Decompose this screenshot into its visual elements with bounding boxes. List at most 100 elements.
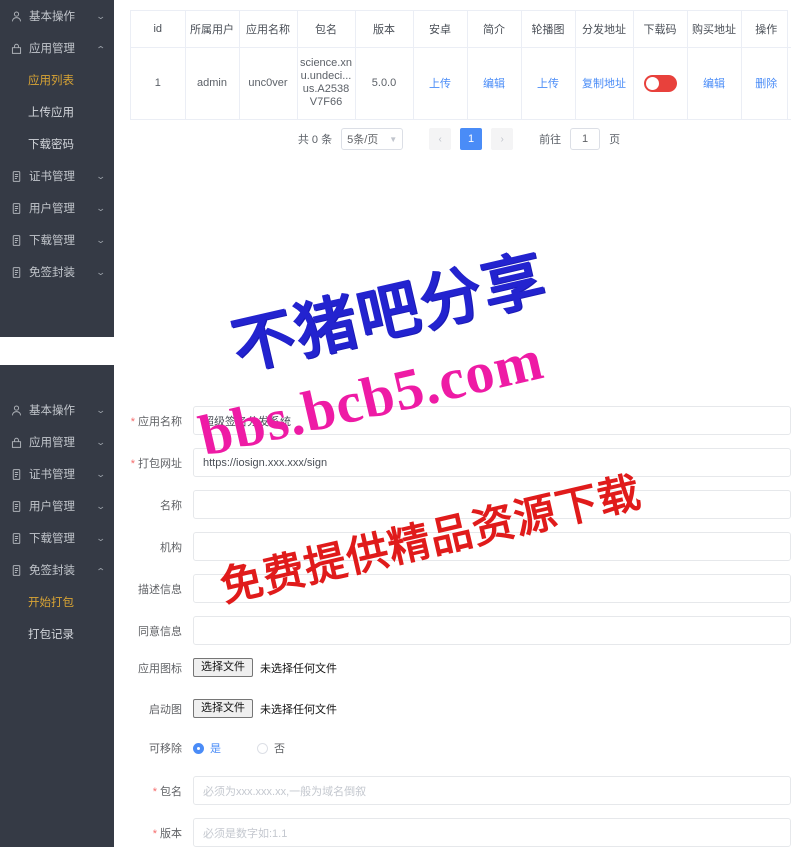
sidebar-top: 基本操作 ⌄ 应用管理 ⌄ 应用列表 上传应用 下载密码 证书管理 ⌄ 用户管理… [0,0,114,337]
column-header-android: 安卓 [413,11,468,48]
document-icon [10,500,23,513]
jump-unit: 页 [609,134,621,146]
sidebar-item-download-management[interactable]: 下载管理 ⌄ [0,224,114,256]
cell-user: admin [185,47,240,120]
label-app-icon: 应用图标 [138,662,182,675]
cell-id: 1 [131,47,186,120]
sidebar-item-label: 证书管理 [29,171,75,183]
choose-file-button[interactable]: 选择文件 [193,658,253,677]
form-row-agreement: 同意信息 [115,616,800,645]
chevron-down-icon: ⌄ [96,10,107,21]
chevron-down-icon: ⌄ [96,202,107,213]
description-input[interactable] [193,574,791,603]
sidebar-item-label: 应用管理 [29,437,75,449]
label-package-url: 打包网址 [115,455,193,471]
chevron-down-icon: ⌄ [96,500,107,511]
next-page-button[interactable]: › [491,128,514,150]
column-header-package: 包名 [297,11,356,48]
sidebar-item-signfree-packaging[interactable]: 免签封装 ⌄ [0,256,114,288]
form-row-app-icon: 应用图标 选择文件 未选择任何文件 [115,658,800,677]
agreement-input[interactable] [193,616,791,645]
sidebar-item-label: 下载管理 [29,533,75,545]
choose-file-button[interactable]: 选择文件 [193,699,253,718]
sidebar-item-user-management[interactable]: 用户管理 ⌄ [0,490,114,522]
column-header-carousel: 轮播图 [521,11,576,48]
column-header-actions: 操作 [741,11,791,48]
document-icon [10,266,23,279]
sidebar-item-certificate-management[interactable]: 证书管理 ⌄ [0,458,114,490]
sidebar-subitem-label: 应用列表 [28,75,74,87]
edit-buy-url-link[interactable]: 编辑 [703,78,725,90]
sidebar-subitem-label: 下载密码 [28,139,74,151]
label-organization: 机构 [160,541,182,554]
sidebar-item-label: 用户管理 [29,501,75,513]
sidebar-subitem-app-list[interactable]: 应用列表 [0,64,114,96]
sidebar-item-user-management[interactable]: 用户管理 ⌄ [0,192,114,224]
removable-radio-group: 是 否 [193,740,285,756]
sidebar-item-app-management[interactable]: 应用管理 ⌄ [0,32,114,64]
page-number-1[interactable]: 1 [460,128,483,150]
cell-android: 上传 [413,47,468,120]
package-url-input[interactable]: https://iosign.xxx.xxx/sign [193,448,791,477]
sidebar-subitem-label: 打包记录 [28,629,74,641]
cell-version: 5.0.0 [355,47,414,120]
form-row-splash-image: 启动图 选择文件 未选择任何文件 [115,699,800,718]
app-list-table: id 所属用户 应用名称 包名 版本 安卓 简介 轮播图 分发地址 下载码 购买… [130,10,791,120]
form-row-package-url: 打包网址 https://iosign.xxx.xxx/sign [115,448,800,477]
label-version: 版本 [115,825,193,841]
sidebar-subitem-download-password[interactable]: 下载密码 [0,128,114,160]
pagination-total: 共 0 条 [297,134,333,146]
sidebar-item-certificate-management[interactable]: 证书管理 ⌄ [0,160,114,192]
label-splash-image: 启动图 [149,703,182,716]
upload-carousel-link[interactable]: 上传 [537,78,559,90]
delete-link[interactable]: 删除 [755,78,777,90]
sidebar-item-label: 免签封装 [29,565,75,577]
page-size-select[interactable]: 5条/页 ▼ [341,128,404,150]
label-bundle-id: 包名 [115,783,193,799]
pagination: 共 0 条 5条/页 ▼ ‹ 1 › 前往 1 页 [130,128,788,150]
upload-android-link[interactable]: 上传 [429,78,451,90]
name-input[interactable] [193,490,791,519]
bundle-id-input[interactable]: 必须为xxx.xxx.xx,一般为域名倒叙 [193,776,791,805]
sidebar-item-download-management[interactable]: 下载管理 ⌄ [0,522,114,554]
sidebar-bottom: 基本操作 ⌄ 应用管理 ⌄ 证书管理 ⌄ 用户管理 ⌄ 下载管理 ⌄ 免签封装 … [0,365,114,847]
edit-intro-link[interactable]: 编辑 [483,78,505,90]
chevron-down-icon: ⌄ [96,532,107,543]
column-header-user: 所属用户 [185,11,240,48]
sidebar-item-basic-ops[interactable]: 基本操作 ⌄ [0,394,114,426]
file-status-text: 未选择任何文件 [260,662,337,675]
form-row-app-name: 应用名称 超级签名分发系统 [115,406,800,435]
label-description: 描述信息 [138,583,182,596]
sidebar-subitem-label: 上传应用 [28,107,74,119]
panel-app-list: 基本操作 ⌄ 应用管理 ⌄ 应用列表 上传应用 下载密码 证书管理 ⌄ 用户管理… [0,0,800,337]
prev-page-button[interactable]: ‹ [429,128,452,150]
chevron-up-icon: ⌄ [96,565,107,576]
download-code-toggle[interactable] [643,74,677,92]
version-input[interactable]: 必须是数字如:1.1 [193,818,791,847]
user-icon [10,10,23,23]
sidebar-subitem-label: 开始打包 [28,597,74,609]
sidebar-item-label: 基本操作 [29,11,75,23]
radio-yes[interactable] [193,742,204,754]
jump-page-input[interactable]: 1 [570,128,601,150]
sidebar-subitem-upload-app[interactable]: 上传应用 [0,96,114,128]
sidebar-item-app-management[interactable]: 应用管理 ⌄ [0,426,114,458]
cell-distribute-url: 复制地址 [575,47,634,120]
radio-no-label: 否 [274,743,285,755]
radio-no[interactable] [257,742,268,754]
copy-distribute-url-link[interactable]: 复制地址 [582,78,626,90]
label-removable: 可移除 [149,743,182,755]
sidebar-item-label: 应用管理 [29,43,75,55]
sidebar-item-signfree-packaging[interactable]: 免签封装 ⌄ [0,554,114,586]
column-header-buy-url: 购买地址 [687,11,742,48]
sidebar-subitem-packaging-records[interactable]: 打包记录 [0,618,114,650]
sidebar-subitem-start-packaging[interactable]: 开始打包 [0,586,114,618]
organization-input[interactable] [193,532,791,561]
document-icon [10,202,23,215]
column-header-download-code: 下载码 [633,11,688,48]
app-name-input[interactable]: 超级签名分发系统 [193,406,791,435]
chevron-up-icon: ⌄ [96,43,107,54]
sidebar-item-basic-ops[interactable]: 基本操作 ⌄ [0,0,114,32]
sidebar-item-label: 下载管理 [29,235,75,247]
label-app-name: 应用名称 [115,413,193,429]
